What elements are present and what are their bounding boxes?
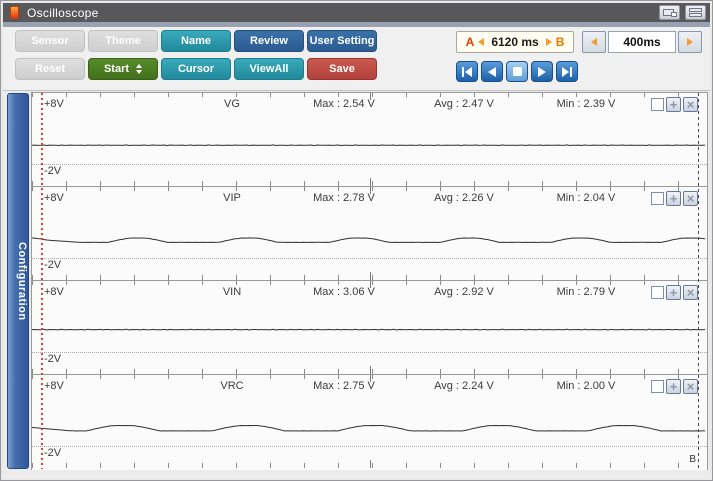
channel-max: Max : 3.06 V (313, 286, 375, 298)
channel-min: Min : 2.79 V (556, 286, 616, 298)
titlebar: Oscilloscope (3, 3, 710, 22)
chart-area: Configuration +8V VG Max : 2.54 V Avg : … (3, 92, 710, 478)
channel-checkbox[interactable] (651, 286, 664, 299)
zero-gridline (32, 258, 707, 259)
save-button[interactable]: Save (307, 58, 377, 80)
name-button[interactable]: Name (161, 30, 231, 52)
channel-name: VIP (223, 192, 241, 204)
scale-max-label: +8V (44, 98, 64, 110)
channel-min: Min : 2.00 V (556, 380, 616, 392)
theme-button[interactable]: Theme (88, 30, 158, 52)
start-button-label: Start (103, 63, 130, 75)
channel-checkbox[interactable] (651, 380, 664, 393)
start-spinner-icon (136, 64, 143, 74)
review-button[interactable]: Review (234, 30, 304, 52)
stop-button[interactable] (506, 61, 528, 82)
channel-min: Min : 2.04 V (556, 192, 616, 204)
scale-min-label: -2V (44, 353, 62, 365)
viewall-button[interactable]: ViewAll (234, 58, 304, 80)
app-icon (10, 6, 19, 19)
channel-panel-vip: +8V VIP Max : 2.78 V Avg : 2.26 V Min : … (32, 186, 707, 280)
timebase-decrease-button[interactable] (582, 31, 606, 53)
oscilloscope-window: Oscilloscope Sensor Theme Name Review Us… (0, 0, 713, 481)
range-a-marker-icon (478, 38, 485, 46)
start-button[interactable]: Start (88, 58, 158, 80)
zero-gridline (32, 164, 707, 165)
stop-icon (512, 67, 522, 76)
sensor-button[interactable]: Sensor (15, 30, 85, 52)
range-a-label: A (465, 35, 475, 49)
scale-min-label: -2V (44, 447, 62, 459)
scale-min-label: -2V (44, 165, 62, 177)
channel-zoom-button[interactable]: + (666, 285, 681, 300)
cursor-b-label: B (689, 454, 696, 465)
skip-to-start-button[interactable] (456, 61, 478, 82)
channel-panel-vg: +8V VG Max : 2.54 V Avg : 2.47 V Min : 2… (32, 92, 707, 186)
skip-end-icon (562, 66, 572, 77)
play-icon (538, 66, 546, 77)
channel-name: VRC (220, 380, 244, 392)
cursor-b-line[interactable] (698, 93, 699, 469)
right-arrow-icon (687, 38, 693, 46)
scale-max-label: +8V (44, 192, 64, 204)
channel-min: Min : 2.39 V (556, 98, 616, 110)
skip-to-end-button[interactable] (556, 61, 578, 82)
left-arrow-icon (591, 38, 597, 46)
cursor-button[interactable]: Cursor (161, 58, 231, 80)
channel-zoom-button[interactable]: + (666, 379, 681, 394)
scale-min-label: -2V (44, 259, 62, 271)
skip-start-icon (462, 66, 472, 77)
restore-window-icon[interactable] (659, 5, 680, 20)
channel-zoom-button[interactable]: + (666, 191, 681, 206)
reset-button[interactable]: Reset (15, 58, 85, 80)
play-button[interactable] (531, 61, 553, 82)
cursor-a-line[interactable] (41, 93, 43, 469)
channel-close-button[interactable]: × (683, 191, 698, 206)
channel-avg: Avg : 2.92 V (434, 286, 494, 298)
channel-max: Max : 2.78 V (313, 192, 375, 204)
channel-close-button[interactable]: × (683, 379, 698, 394)
window-title: Oscilloscope (27, 5, 99, 20)
channel-name: VG (224, 98, 240, 110)
channel-checkbox[interactable] (651, 98, 664, 111)
channel-avg: Avg : 2.47 V (434, 98, 494, 110)
step-back-button[interactable] (481, 61, 503, 82)
channel-close-button[interactable]: × (683, 97, 698, 112)
toolbar: Sensor Theme Name Review User Setting Re… (3, 27, 710, 91)
channel-max: Max : 2.75 V (313, 380, 375, 392)
scale-max-label: +8V (44, 380, 64, 392)
back-icon (488, 66, 496, 77)
channel-panel-vin: +8V VIN Max : 3.06 V Avg : 2.92 V Min : … (32, 280, 707, 374)
channel-name: VIN (222, 286, 242, 298)
ab-range-display[interactable]: A 6120 ms B (456, 31, 574, 53)
configuration-tab[interactable]: Configuration (7, 93, 29, 469)
channel-avg: Avg : 2.24 V (434, 380, 494, 392)
channel-avg: Avg : 2.26 V (434, 192, 494, 204)
timebase-increase-button[interactable] (678, 31, 702, 53)
timebase-value: 400ms (608, 31, 676, 53)
channel-checkbox[interactable] (651, 192, 664, 205)
channel-close-button[interactable]: × (683, 285, 698, 300)
zero-gridline (32, 352, 707, 353)
channel-max: Max : 2.54 V (313, 98, 375, 110)
scale-max-label: +8V (44, 286, 64, 298)
channel-zoom-button[interactable]: + (666, 97, 681, 112)
channel-panels: +8V VG Max : 2.54 V Avg : 2.47 V Min : 2… (31, 92, 708, 470)
range-value: 6120 ms (491, 35, 539, 49)
playback-controls (456, 61, 578, 82)
channel-panel-vrc: +8V VRC Max : 2.75 V Avg : 2.24 V Min : … (32, 374, 707, 468)
user-setting-button[interactable]: User Setting (307, 30, 377, 52)
tile-windows-icon[interactable] (685, 5, 706, 20)
range-b-marker-icon (545, 38, 552, 46)
range-b-label: B (555, 35, 565, 49)
zero-gridline (32, 446, 707, 447)
